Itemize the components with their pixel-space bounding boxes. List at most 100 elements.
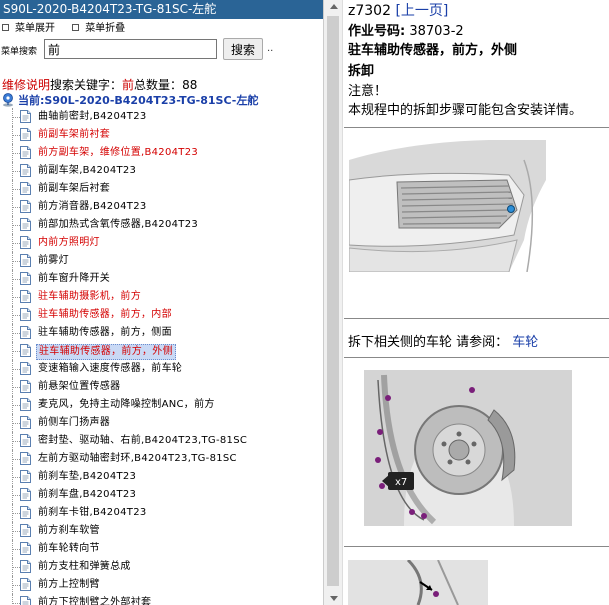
tree-item[interactable]: 前方下控制臂之外部衬套 (0, 594, 323, 605)
document-icon (20, 290, 31, 303)
tree-item[interactable]: 前刹车垫,B4204T23 (0, 468, 323, 486)
part-name: 驻车辅助传感器，前方，外侧 (348, 43, 518, 58)
tree-item-label[interactable]: 密封垫、驱动轴、右前,B4204T23,TG-81SC (38, 434, 247, 448)
tree-item-label[interactable]: 驻车辅助传感器，前方，外侧 (36, 344, 176, 360)
tree-connector (13, 459, 20, 460)
tree-connector (13, 567, 20, 568)
tree-item[interactable]: 前副车架前衬套 (0, 126, 323, 144)
tree-item[interactable]: 前雾灯 (0, 252, 323, 270)
tree-item-label[interactable]: 前方支柱和弹簧总成 (38, 560, 131, 574)
tree-item-label[interactable]: 前副车架,B4204T23 (38, 164, 136, 178)
document-icon (20, 470, 31, 483)
tree-item[interactable]: 驻车辅助摄影机，前方 (0, 288, 323, 306)
tree-connector (13, 477, 20, 478)
tree-item-label[interactable]: 前部加热式含氧传感器,B4204T23 (38, 218, 198, 232)
document-icon (20, 236, 31, 249)
tree-item-label[interactable]: 前侧车门扬声器 (38, 416, 110, 430)
tree-item-label[interactable]: 前方下控制臂之外部衬套 (38, 596, 151, 605)
collapse-all-label: 菜单折叠 (85, 23, 126, 34)
search-extra: .. (267, 43, 274, 54)
tree-item[interactable]: 前侧车门扬声器 (0, 414, 323, 432)
tree-item-label[interactable]: 前刹车卡钳,B4204T23 (38, 506, 147, 520)
tree-item[interactable]: 前刹车卡钳,B4204T23 (0, 504, 323, 522)
tree-item[interactable]: 内前方照明灯 (0, 234, 323, 252)
expand-all-button[interactable]: 菜单展开 (2, 22, 55, 36)
document-icon (20, 578, 31, 591)
sensor-detail-illustration (348, 560, 488, 605)
tree-connector (13, 603, 20, 604)
tree-item-label[interactable]: 前刹车盘,B4204T23 (38, 488, 136, 502)
tree-item[interactable]: 驻车辅助传感器，前方，外侧 (0, 342, 323, 360)
scroll-thumb[interactable] (327, 16, 339, 586)
search-input[interactable] (44, 39, 217, 59)
note-text: 本规程中的拆卸步骤可能包含安装详情。 (348, 103, 583, 118)
tree-item-label[interactable]: 前方上控制臂 (38, 578, 100, 592)
tree-item[interactable]: 前副车架,B4204T23 (0, 162, 323, 180)
tree-item[interactable]: 麦克风，免持主动降噪控制ANC，前方 (0, 396, 323, 414)
document-icon (20, 146, 31, 159)
document-icon (20, 506, 31, 519)
job-number-row: 作业号码: 38703-2 (348, 20, 464, 39)
bumper-sensor-illustration (349, 140, 546, 272)
tree-item[interactable]: 前方刹车软管 (0, 522, 323, 540)
tree-item[interactable]: 前方副车架，维修位置,B4204T23 (0, 144, 323, 162)
search-keyword: 前 (122, 78, 135, 92)
tree-item-label[interactable]: 曲轴前密封,B4204T23 (38, 110, 147, 124)
tree-item-label[interactable]: 前刹车垫,B4204T23 (38, 470, 136, 484)
document-icon (20, 416, 31, 429)
tree-connector (13, 297, 20, 298)
tree-item[interactable]: 变速箱输入速度传感器，前车轮 (0, 360, 323, 378)
tree-item-label[interactable]: 前雾灯 (38, 254, 69, 268)
tree-item[interactable]: 前车窗升降开关 (0, 270, 323, 288)
search-button[interactable]: 搜索 (223, 38, 263, 60)
tree-item-label[interactable]: 内前方照明灯 (38, 236, 100, 250)
tree-item-label[interactable]: 前车窗升降开关 (38, 272, 110, 286)
tree-item-label[interactable]: 前悬架位置传感器 (38, 380, 120, 394)
tree-item[interactable]: 前副车架后衬套 (0, 180, 323, 198)
tree-item[interactable]: 前悬架位置传感器 (0, 378, 323, 396)
current-model-row[interactable]: 当前:S90L-2020-B4204T23-TG-81SC-左舵 (2, 92, 258, 108)
tree-item-label[interactable]: 前车轮转向节 (38, 542, 100, 556)
tree-item[interactable]: 前方支柱和弹簧总成 (0, 558, 323, 576)
scroll-up-icon[interactable] (330, 4, 338, 9)
tree-item-label[interactable]: 驻车辅助传感器，前方，内部 (38, 308, 172, 322)
tree-item-label[interactable]: 前副车架后衬套 (38, 182, 110, 196)
tree-item[interactable]: 前车轮转向节 (0, 540, 323, 558)
fastener-count-badge: x7 (395, 477, 407, 488)
tree-item[interactable]: 驻车辅助传感器，前方，侧面 (0, 324, 323, 342)
tree-item[interactable]: 前部加热式含氧传感器,B4204T23 (0, 216, 323, 234)
document-icon (20, 326, 31, 339)
tree-item[interactable]: 密封垫、驱动轴、右前,B4204T23,TG-81SC (0, 432, 323, 450)
tree-item-label[interactable]: 麦克风，免持主动降噪控制ANC，前方 (38, 398, 215, 412)
tree-item-label[interactable]: 变速箱输入速度传感器，前车轮 (38, 362, 182, 376)
tree-item-label[interactable]: 驻车辅助摄影机，前方 (38, 290, 141, 304)
scroll-down-icon[interactable] (330, 596, 338, 601)
search-count: 88 (182, 78, 198, 92)
tree-connector (13, 207, 20, 208)
tree-item-label[interactable]: 前方副车架，维修位置,B4204T23 (38, 146, 198, 160)
pane-scrollbar[interactable] (323, 0, 343, 605)
wheel-link[interactable]: 车轮 (512, 335, 538, 350)
location-pin-icon (3, 93, 13, 107)
tree-connector (13, 279, 20, 280)
tree-item-label[interactable]: 前副车架前衬套 (38, 128, 110, 142)
tree-connector (13, 261, 20, 262)
collapse-all-button[interactable]: 菜单折叠 (72, 22, 125, 36)
document-icon (20, 128, 31, 141)
tree-item-label[interactable]: 前方刹车软管 (38, 524, 100, 538)
tree-item-label[interactable]: 驻车辅助传感器，前方，侧面 (38, 326, 172, 340)
doc-header: z7302 [上一页] (348, 0, 448, 20)
tree-connector (13, 441, 20, 442)
document-icon (20, 218, 31, 231)
previous-page-link[interactable]: [上一页] (395, 3, 448, 19)
tree-item[interactable]: 前方消音器,B4204T23 (0, 198, 323, 216)
tree-item[interactable]: 前刹车盘,B4204T23 (0, 486, 323, 504)
document-icon (20, 542, 31, 555)
tree-item-label[interactable]: 前方消音器,B4204T23 (38, 200, 147, 214)
tree-item-label[interactable]: 左前方驱动轴密封环,B4204T23,TG-81SC (38, 452, 237, 466)
tree-item[interactable]: 前方上控制臂 (0, 576, 323, 594)
tree-item[interactable]: 驻车辅助传感器，前方，内部 (0, 306, 323, 324)
search-label: 菜单搜索 (1, 47, 38, 57)
tree-item[interactable]: 左前方驱动轴密封环,B4204T23,TG-81SC (0, 450, 323, 468)
tree-item[interactable]: 曲轴前密封,B4204T23 (0, 108, 323, 126)
